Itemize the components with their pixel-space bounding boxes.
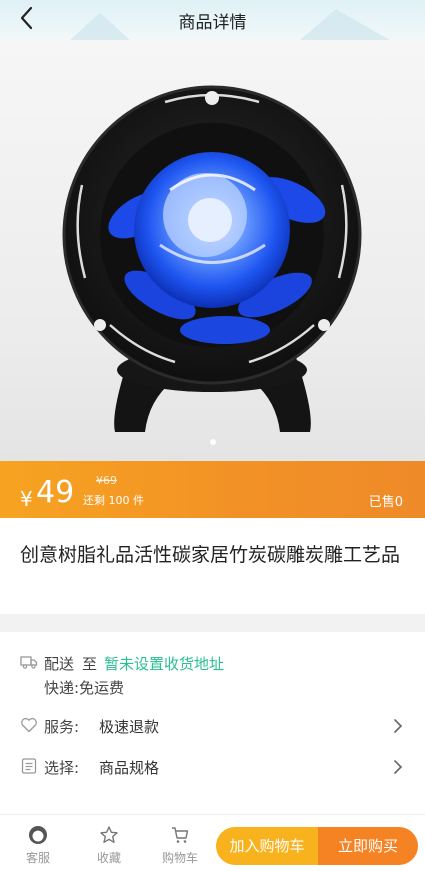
product-title-card: 创意树脂礼品活性碳家居竹炭碳雕炭雕工艺品 [0, 518, 425, 614]
service-label: 服务: [44, 718, 80, 736]
favorite-label: 收藏 [96, 851, 121, 865]
spec-value: 商品规格 [99, 759, 160, 777]
buy-now-button[interactable]: 立即购买 [318, 827, 418, 865]
chevron-right-icon [394, 719, 403, 733]
delivery-label: 配送 [44, 655, 75, 673]
add-to-cart-button[interactable]: 加入购物车 [216, 827, 318, 865]
delivery-row[interactable]: 配送 至 暂未设置收货地址 快递:免运费 [0, 653, 425, 699]
cart-button[interactable]: 购物车 [155, 825, 205, 866]
product-info-card: 配送 至 暂未设置收货地址 快递:免运费 服务: 极速退款 选择: 商品规格 [0, 632, 425, 814]
headset-icon [29, 826, 47, 844]
product-image-carousel[interactable] [0, 40, 425, 461]
service-value: 极速退款 [99, 718, 160, 736]
current-price: 49 [36, 475, 75, 510]
currency-symbol: ¥ [20, 487, 33, 511]
cart-label: 购物车 [161, 851, 198, 865]
page-title: 商品详情 [178, 13, 247, 33]
truck-icon [20, 656, 38, 669]
spec-label: 选择: [44, 759, 80, 777]
delivery-to: 至 [82, 655, 98, 673]
carousel-indicator [0, 430, 425, 449]
bottom-action-bar: 客服 收藏 购物车 加入购物车 立即购买 [0, 814, 425, 871]
star-icon [100, 826, 118, 843]
list-icon [21, 758, 37, 774]
shopping-cart-icon [172, 827, 189, 843]
express-fee: 快递:免运费 [44, 679, 125, 697]
product-name: 创意树脂礼品活性碳家居竹炭碳雕炭雕工艺品 [20, 544, 401, 566]
favorite-button[interactable]: 收藏 [84, 825, 134, 866]
customer-service-button[interactable]: 客服 [13, 825, 63, 866]
chevron-right-icon [394, 760, 403, 774]
sold-count: 已售0 [368, 495, 403, 510]
stock-remaining: 还剩 100 件 [83, 494, 144, 507]
spec-row[interactable]: 选择: 商品规格 [0, 757, 425, 779]
top-nav-bar: 商品详情 [0, 0, 425, 40]
product-detail-page: 商品详情 ¥ 49 ¥69 还剩 100 件 已售0 创意树脂礼品活性碳家居竹炭… [0, 0, 425, 871]
original-price: ¥69 [96, 474, 117, 487]
customer-service-label: 客服 [25, 851, 50, 865]
delivery-address[interactable]: 暂未设置收货地址 [104, 653, 224, 674]
heart-icon [21, 717, 37, 733]
price-bar: ¥ 49 ¥69 还剩 100 件 已售0 [0, 461, 425, 518]
product-image [62, 85, 362, 432]
service-row[interactable]: 服务: 极速退款 [0, 716, 425, 738]
